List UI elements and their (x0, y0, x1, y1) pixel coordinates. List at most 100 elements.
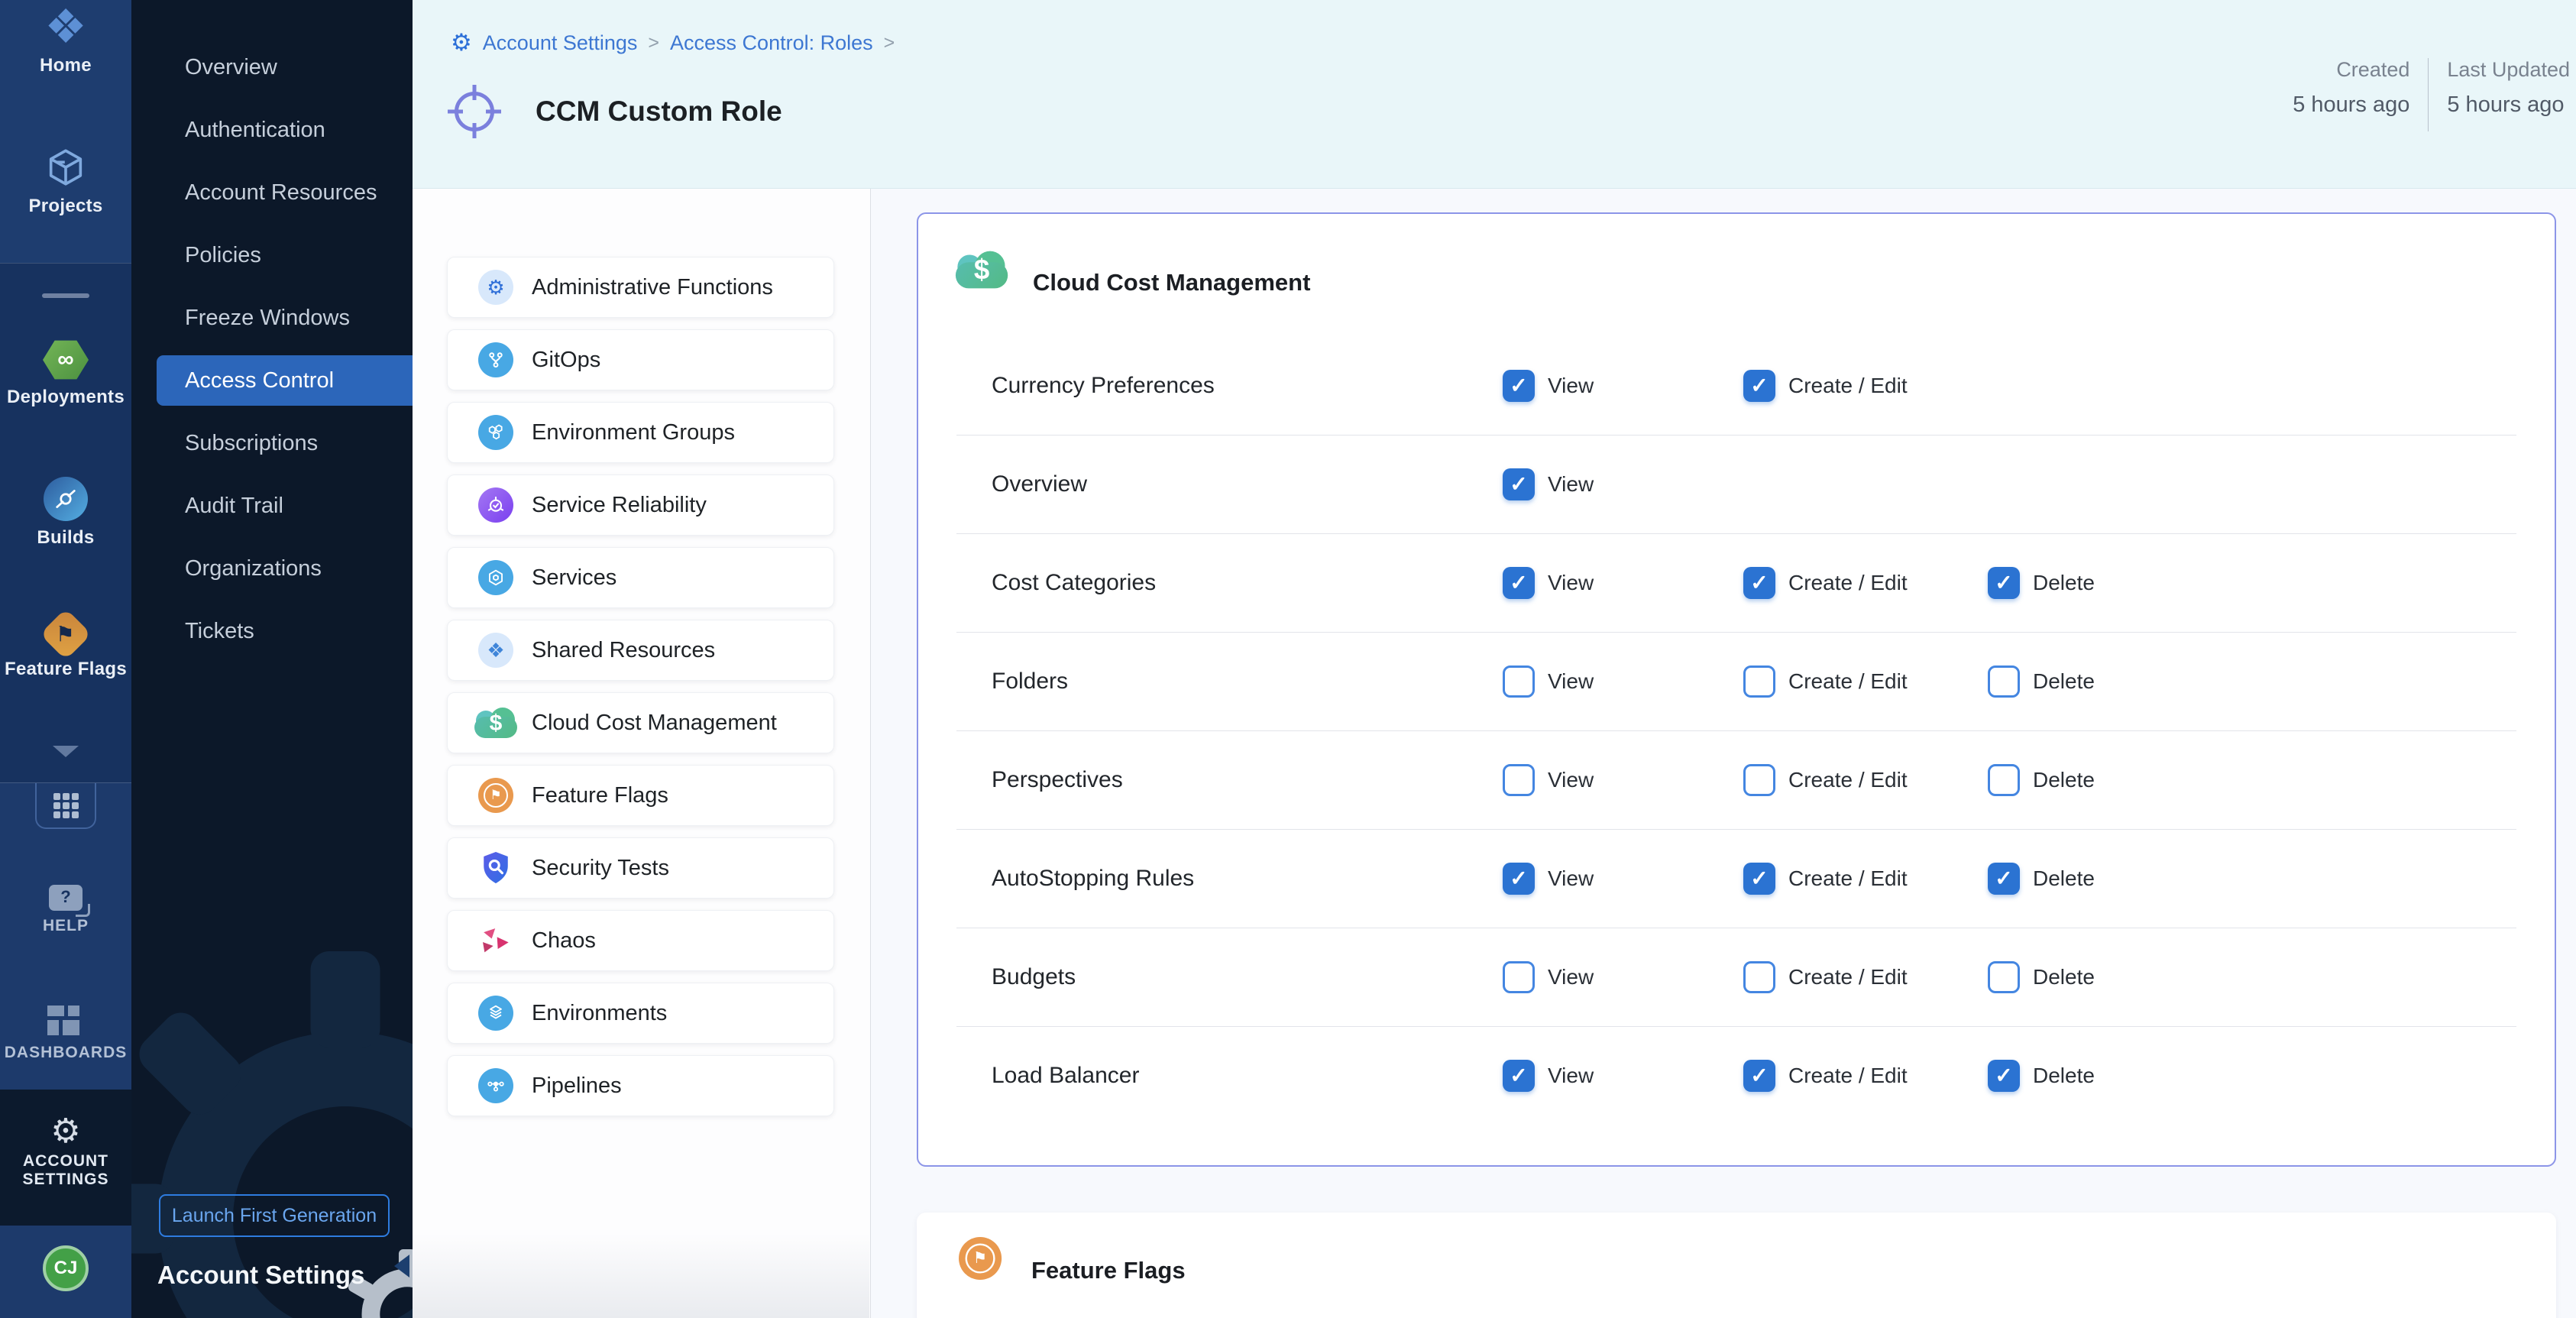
security-tests-icon (478, 850, 513, 886)
settings-nav-item-access-control[interactable]: Access Control (131, 349, 413, 412)
permission-cell-delete[interactable]: Delete (1988, 961, 2095, 993)
checkbox-unchecked-icon[interactable] (1988, 961, 2020, 993)
permission-cell-view[interactable]: View (1503, 665, 1594, 698)
module-card-security-tests[interactable]: Security Tests (447, 837, 834, 899)
settings-nav-item-policies[interactable]: Policies (131, 224, 413, 287)
module-card-chaos[interactable]: Chaos (447, 910, 834, 971)
module-card-pipelines[interactable]: Pipelines (447, 1055, 834, 1116)
module-card-gitops[interactable]: GitOps (447, 329, 834, 390)
permission-row-currency-preferences: Currency PreferencesViewCreate / Edit (918, 336, 2555, 435)
module-card-shared-resources[interactable]: ❖Shared Resources (447, 620, 834, 681)
rail-item-deployments[interactable]: ∞ Deployments (0, 339, 131, 408)
checkbox-checked-icon[interactable] (1743, 567, 1775, 599)
permission-cell-delete[interactable]: Delete (1988, 1060, 2095, 1092)
permission-cell-delete[interactable]: Delete (1988, 764, 2095, 796)
breadcrumb-link-account-settings[interactable]: Account Settings (483, 31, 638, 55)
module-card-feature-flags[interactable]: ⚑Feature Flags (447, 765, 834, 826)
checkbox-checked-icon[interactable] (1743, 1060, 1775, 1092)
settings-nav-item-organizations[interactable]: Organizations (131, 537, 413, 600)
checkbox-unchecked-icon[interactable] (1503, 764, 1535, 796)
checkbox-unchecked-icon[interactable] (1743, 665, 1775, 698)
settings-nav-item-authentication[interactable]: Authentication (131, 99, 413, 161)
checkbox-unchecked-icon[interactable] (1503, 665, 1535, 698)
permission-cell-delete[interactable]: Delete (1988, 567, 2095, 599)
permission-label: View (1548, 571, 1594, 595)
settings-nav-item-tickets[interactable]: Tickets (131, 600, 413, 662)
checkbox-checked-icon[interactable] (1988, 567, 2020, 599)
panel-title: Cloud Cost Management (1033, 269, 1310, 296)
created-value: 5 hours ago (2293, 92, 2409, 118)
checkbox-checked-icon[interactable] (1503, 468, 1535, 500)
permission-cell-view[interactable]: View (1503, 370, 1594, 402)
rail-item-builds[interactable]: Builds (0, 477, 131, 549)
permission-row-name: AutoStopping Rules (992, 866, 1194, 892)
checkbox-unchecked-icon[interactable] (1743, 764, 1775, 796)
builds-icon (44, 477, 88, 521)
module-card-service-reliability[interactable]: Service Reliability (447, 474, 834, 536)
permission-cell-view[interactable]: View (1503, 863, 1594, 895)
page-title: CCM Custom Role (536, 96, 782, 128)
rail-item-home[interactable]: ❖ Home (0, 6, 131, 76)
breadcrumb-separator: > (884, 32, 895, 54)
module-card-cloud-cost-management[interactable]: $Cloud Cost Management (447, 692, 834, 753)
checkbox-checked-icon[interactable] (1503, 370, 1535, 402)
user-avatar-item[interactable]: CJ (0, 1245, 131, 1291)
rail-item-label: ACCOUNT (0, 1152, 131, 1171)
module-card-services[interactable]: Services (447, 547, 834, 608)
checkbox-checked-icon[interactable] (1988, 863, 2020, 895)
permission-cell-create-edit[interactable]: Create / Edit (1743, 1060, 1908, 1092)
module-card-administrative-functions[interactable]: ⚙Administrative Functions (447, 257, 834, 318)
permission-cell-view[interactable]: View (1503, 961, 1594, 993)
collapse-nav-icon[interactable] (394, 1255, 409, 1278)
checkbox-checked-icon[interactable] (1503, 1060, 1535, 1092)
rail-item-dashboards[interactable]: DASHBOARDS (0, 1006, 131, 1062)
settings-nav-item-freeze-windows[interactable]: Freeze Windows (131, 287, 413, 349)
checkbox-checked-icon[interactable] (1988, 1060, 2020, 1092)
module-card-label: Environments (532, 1001, 667, 1026)
permission-cell-create-edit[interactable]: Create / Edit (1743, 764, 1908, 796)
avatar[interactable]: CJ (43, 1245, 89, 1291)
checkbox-unchecked-icon[interactable] (1503, 961, 1535, 993)
settings-nav-item-account-resources[interactable]: Account Resources (131, 161, 413, 224)
checkbox-checked-icon[interactable] (1503, 863, 1535, 895)
checkbox-checked-icon[interactable] (1743, 370, 1775, 402)
permission-cell-create-edit[interactable]: Create / Edit (1743, 567, 1908, 599)
permission-cell-create-edit[interactable]: Create / Edit (1743, 961, 1908, 993)
settings-nav-item-overview[interactable]: Overview (131, 36, 413, 99)
permission-cell-view[interactable]: View (1503, 1060, 1594, 1092)
checkbox-unchecked-icon[interactable] (1743, 961, 1775, 993)
module-card-environment-groups[interactable]: Environment Groups (447, 402, 834, 463)
rail-item-label: HELP (0, 917, 131, 935)
breadcrumb-link-access-control-roles[interactable]: Access Control: Roles (670, 31, 873, 55)
rail-item-projects[interactable]: Projects (0, 145, 131, 217)
module-card-environments[interactable]: Environments (447, 983, 834, 1044)
chevron-down-icon (53, 746, 79, 757)
permission-cell-delete[interactable]: Delete (1988, 863, 2095, 895)
permission-cell-create-edit[interactable]: Create / Edit (1743, 370, 1908, 402)
rail-more-modules[interactable] (0, 746, 131, 757)
permission-row-name: Folders (992, 669, 1068, 695)
permission-label: Create / Edit (1788, 669, 1908, 694)
permission-cell-create-edit[interactable]: Create / Edit (1743, 665, 1908, 698)
content: ⚙ Account Settings > Access Control: Rol… (413, 0, 2576, 1318)
launch-first-generation-button[interactable]: Launch First Generation (159, 1194, 390, 1237)
settings-nav-item-audit-trail[interactable]: Audit Trail (131, 474, 413, 537)
checkbox-checked-icon[interactable] (1743, 863, 1775, 895)
permission-cell-create-edit[interactable]: Create / Edit (1743, 863, 1908, 895)
permission-cell-view[interactable]: View (1503, 764, 1594, 796)
module-grid-button[interactable] (35, 783, 96, 829)
rail-item-help[interactable]: HELP (0, 885, 131, 935)
rail-divider (0, 263, 131, 264)
permission-cell-view[interactable]: View (1503, 468, 1594, 500)
rail-item-account-settings[interactable]: ⚙ ACCOUNT SETTINGS (0, 1114, 131, 1189)
settings-nav-item-subscriptions[interactable]: Subscriptions (131, 412, 413, 474)
permission-cell-delete[interactable]: Delete (1988, 665, 2095, 698)
checkbox-unchecked-icon[interactable] (1988, 665, 2020, 698)
ccm-permissions-panel: $ Cloud Cost Management Currency Prefere… (917, 212, 2556, 1167)
environment-groups-icon (478, 415, 513, 450)
checkbox-unchecked-icon[interactable] (1988, 764, 2020, 796)
settings-nav: OverviewAuthenticationAccount ResourcesP… (131, 0, 413, 1318)
checkbox-checked-icon[interactable] (1503, 567, 1535, 599)
permission-cell-view[interactable]: View (1503, 567, 1594, 599)
rail-item-feature-flags[interactable]: ⚑ Feature Flags (0, 611, 131, 680)
